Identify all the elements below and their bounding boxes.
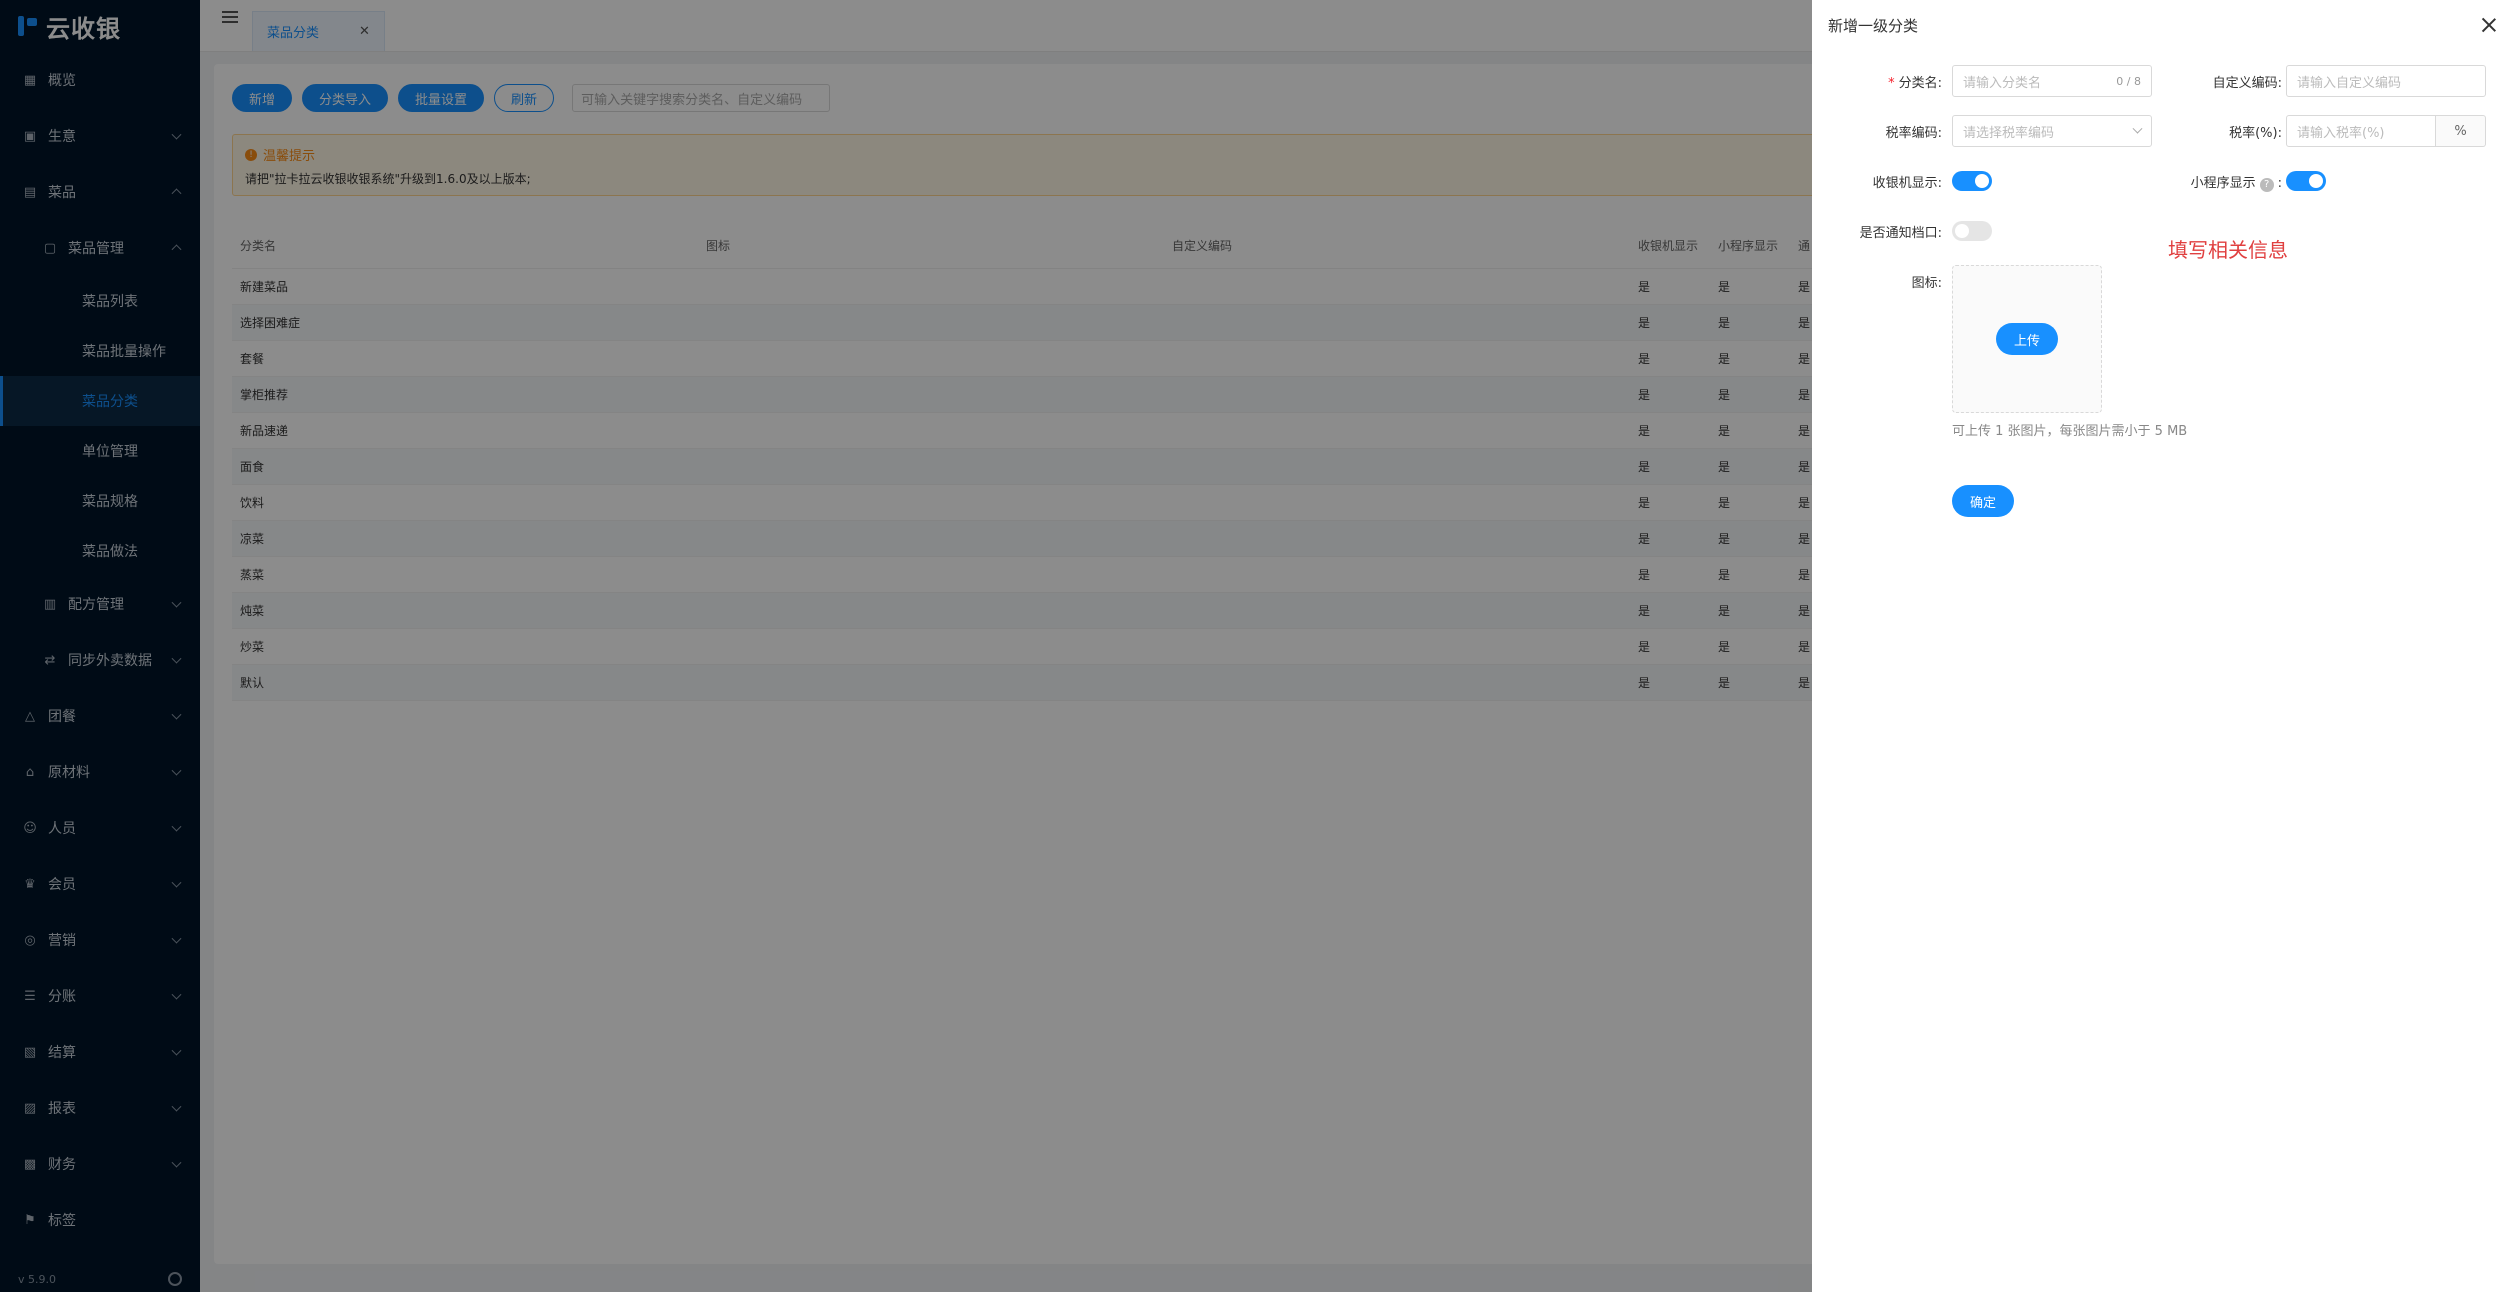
tax-rate-label: 税率(%): bbox=[2229, 126, 2282, 141]
category-name-label: * 分类名: bbox=[1888, 76, 1942, 91]
annotation-text: 填写相关信息 bbox=[2168, 238, 2288, 262]
notify-stall-label: 是否通知档口: bbox=[1859, 226, 1942, 241]
confirm-button[interactable]: 确定 bbox=[1952, 485, 2015, 517]
icon-upload-area[interactable]: 上传 bbox=[1952, 265, 2102, 413]
category-name-input[interactable]: 请输入分类名 0 / 8 bbox=[1952, 65, 2152, 97]
tax-code-label: 税率编码: bbox=[1885, 126, 1942, 141]
tax-rate-input[interactable]: 请输入税率(%) bbox=[2286, 115, 2436, 147]
tax-code-select[interactable]: 请选择税率编码 bbox=[1952, 115, 2152, 147]
icon-label: 图标: bbox=[1911, 276, 1942, 291]
drawer-title: 新增一级分类 bbox=[1828, 16, 1919, 35]
notify-stall-toggle[interactable] bbox=[1952, 221, 1992, 241]
help-icon[interactable]: ? bbox=[2259, 177, 2274, 192]
upload-button[interactable]: 上传 bbox=[1995, 323, 2058, 355]
mini-display-toggle[interactable] bbox=[2286, 171, 2326, 191]
close-icon[interactable] bbox=[2482, 18, 2496, 32]
cashier-display-toggle[interactable] bbox=[1952, 171, 1992, 191]
char-count: 0 / 8 bbox=[2116, 74, 2141, 88]
required-mark: * bbox=[1888, 76, 1895, 91]
upload-tip: 可上传 1 张图片，每张图片需小于 5 MB bbox=[1952, 424, 2188, 439]
percent-addon: % bbox=[2436, 115, 2486, 147]
add-category-drawer: 新增一级分类 * 分类名: 请输入分类名 0 / 8 自定义编码: 请输入自定义编… bbox=[1812, 0, 2512, 1292]
custom-code-input[interactable]: 请输入自定义编码 bbox=[2286, 65, 2486, 97]
cashier-display-label: 收银机显示: bbox=[1872, 176, 1942, 191]
modal-overlay[interactable] bbox=[0, 0, 1812, 1292]
mini-display-label: 小程序显示?: bbox=[2190, 176, 2282, 192]
chevron-down-icon bbox=[2132, 123, 2143, 134]
custom-code-label: 自定义编码: bbox=[2212, 76, 2282, 91]
